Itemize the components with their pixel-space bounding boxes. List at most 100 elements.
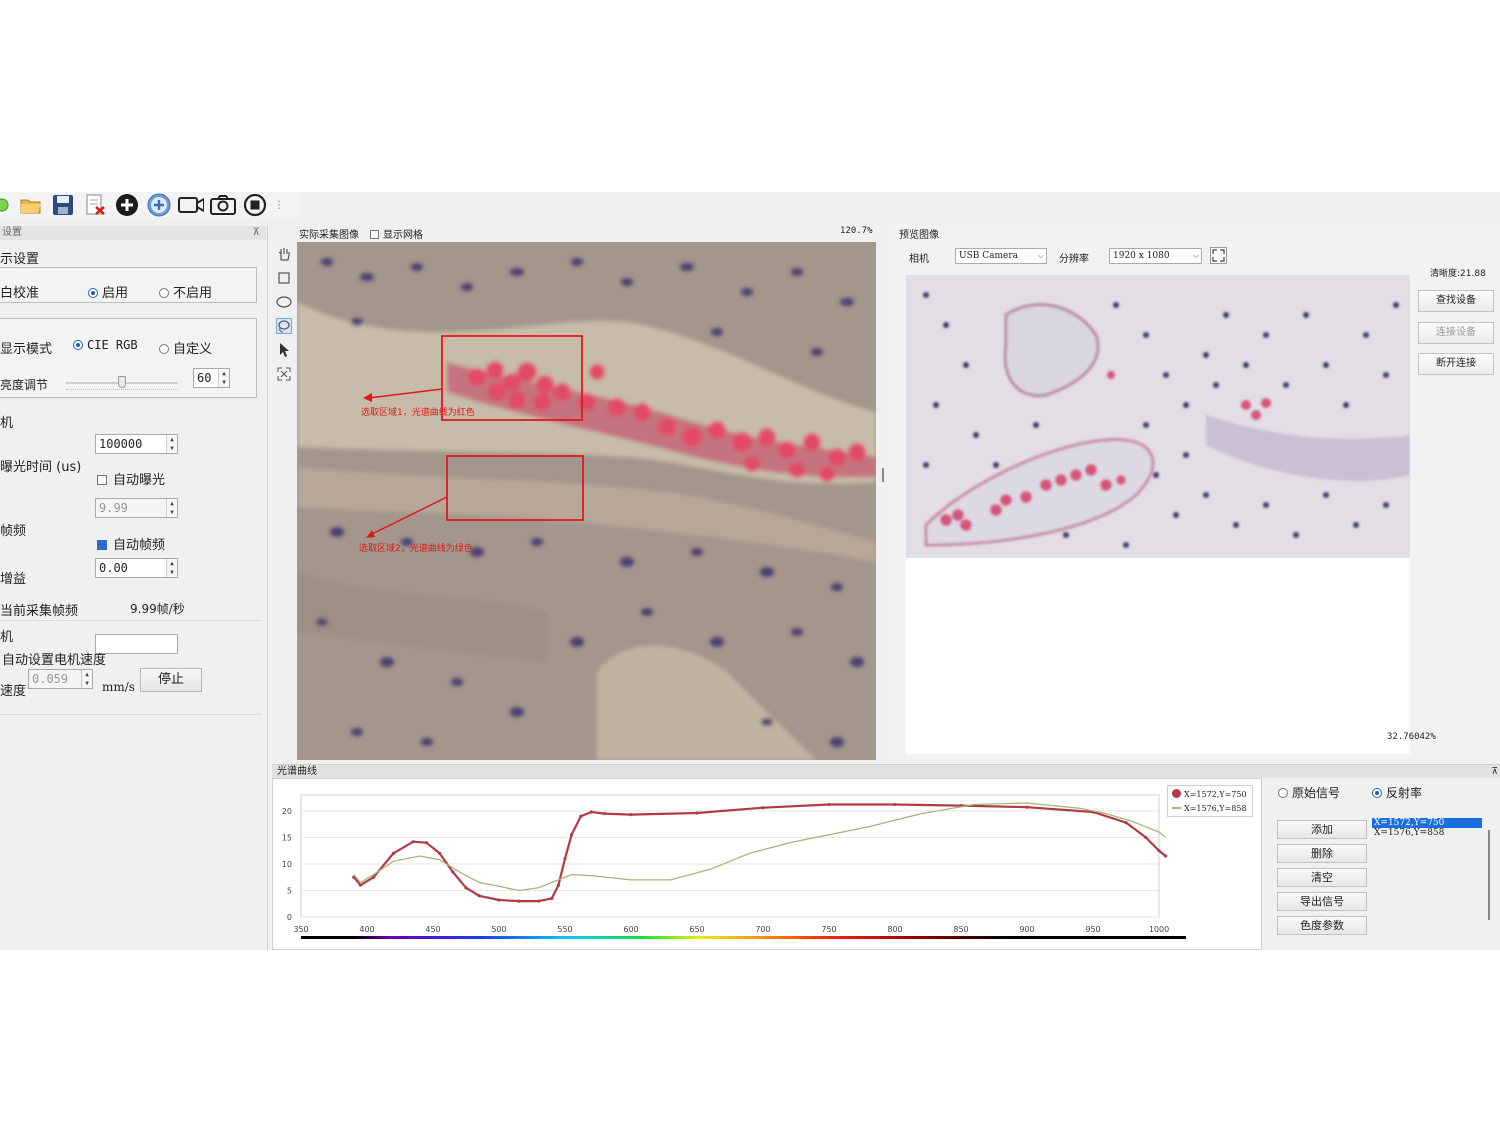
camera-select[interactable]: USB Camera ⌵: [955, 248, 1047, 264]
add-icon[interactable]: [114, 193, 140, 217]
open-folder-icon[interactable]: [18, 193, 44, 217]
zoom-in-icon[interactable]: [146, 193, 172, 217]
data-point: [1144, 835, 1148, 840]
show-grid-checkbox[interactable]: 显示网格: [370, 226, 423, 241]
legend-marker-green: [1172, 807, 1181, 809]
list-scrollbar[interactable]: [1488, 830, 1490, 920]
list-item[interactable]: X=1572,Y=750: [1372, 818, 1482, 828]
find-device-button[interactable]: 查找设备: [1418, 290, 1494, 312]
preview-micrograph: [906, 275, 1410, 558]
splitter-handle[interactable]: [882, 468, 884, 482]
spin-arrows-icon[interactable]: ▲ ▼: [166, 435, 177, 453]
data-point: [893, 802, 897, 807]
video-camera-icon[interactable]: [178, 193, 204, 217]
data-point: [464, 886, 468, 890]
framerate-field[interactable]: 9.99 ▲ ▼: [95, 498, 178, 518]
chromaticity-button[interactable]: 色度参数: [1277, 916, 1367, 935]
display-settings-heading: 示设置: [0, 252, 40, 267]
white-balance-off-radio[interactable]: 不启用: [159, 282, 212, 301]
x-tick-label: 600: [623, 925, 638, 934]
x-tick-label: 750: [821, 925, 836, 934]
hand-pan-icon[interactable]: [276, 246, 292, 262]
white-balance-on-radio[interactable]: 启用: [88, 282, 128, 301]
data-point: [1164, 854, 1168, 858]
ellipse-select-icon[interactable]: [276, 294, 292, 310]
spin-arrows-icon[interactable]: ▲ ▼: [218, 369, 229, 387]
x-tick-label: 650: [689, 925, 704, 934]
add-button[interactable]: 添加: [1277, 820, 1367, 839]
disconnect-button[interactable]: 断开连接: [1418, 353, 1494, 375]
brightness-label: 亮度调节: [0, 378, 49, 392]
y-tick-label: 15: [282, 833, 292, 842]
spin-arrows-icon[interactable]: ▲ ▼: [166, 559, 177, 577]
fit-screen-icon[interactable]: [276, 366, 292, 382]
pin-icon[interactable]: ⊼: [1491, 765, 1498, 779]
data-point: [563, 857, 567, 861]
data-point: [411, 840, 415, 844]
region-list[interactable]: X=1572,Y=750 X=1576,Y=858: [1372, 818, 1482, 858]
resolution-select[interactable]: 1920 x 1080 ⌵: [1109, 248, 1202, 264]
exposure-input[interactable]: [95, 634, 178, 654]
exposure-field[interactable]: 100000 ▲ ▼: [95, 434, 178, 454]
stop-button[interactable]: 停止: [140, 668, 202, 692]
reflectance-radio[interactable]: 反射率: [1372, 784, 1422, 801]
legend-marker-red: [1172, 789, 1181, 798]
pin-icon[interactable]: ⊼: [253, 226, 260, 240]
spectrum-chart[interactable]: 0 5 10 15 20 350 400 450 500 550 600 650 700 750 800 85…: [273, 779, 1261, 949]
slider-thumb[interactable]: [118, 376, 126, 388]
spectrum-chart-panel: 0 5 10 15 20 350 400 450 500 550 600 650 700 750 800 85…: [272, 778, 1262, 950]
data-point: [372, 875, 376, 879]
plot-area: [300, 794, 1160, 918]
display-mode-cie-radio[interactable]: CIE RGB: [73, 338, 138, 352]
data-point: [827, 802, 831, 807]
pointer-icon[interactable]: [276, 342, 292, 358]
preview-image[interactable]: [906, 275, 1410, 558]
rectangle-select-icon[interactable]: [276, 270, 292, 286]
preview-title: 预览图像: [899, 230, 939, 241]
fullscreen-icon[interactable]: [1210, 247, 1227, 264]
auto-framerate-checkbox[interactable]: 自动帧频: [97, 534, 165, 553]
spin-arrows-icon[interactable]: ▲ ▼: [166, 499, 177, 517]
captured-image[interactable]: 选取区域1，光谱曲线为红色 选取区域2，光谱曲线为绿色: [297, 242, 876, 760]
x-tick-label: 550: [557, 925, 572, 934]
checkbox-empty-icon: [97, 475, 107, 485]
brightness-slider[interactable]: [66, 376, 178, 392]
x-tick-label: 400: [359, 925, 374, 934]
new-icon[interactable]: [0, 193, 12, 217]
wavelength-colorbar: [301, 936, 1186, 939]
raw-signal-radio[interactable]: 原始信号: [1278, 784, 1340, 801]
toolbar-overflow-icon[interactable]: ⋮: [274, 193, 284, 217]
spin-arrows-icon[interactable]: ▲ ▼: [81, 670, 92, 688]
export-signal-button[interactable]: 导出信号: [1277, 892, 1367, 911]
data-point: [570, 833, 574, 837]
gain-field[interactable]: 0.00 ▲ ▼: [95, 558, 178, 578]
preview-zoom: 32.76042%: [1387, 732, 1436, 742]
stop-icon[interactable]: [242, 193, 268, 217]
delete-button[interactable]: 删除: [1277, 844, 1367, 863]
spectrum-title-bar: 光谱曲线 ⊼: [272, 764, 1500, 778]
connect-device-button[interactable]: 连接设备: [1418, 322, 1494, 344]
radio-empty-icon: [159, 344, 169, 354]
auto-exposure-checkbox[interactable]: 自动曝光: [97, 469, 165, 488]
data-point: [1025, 805, 1029, 809]
display-mode-custom-radio[interactable]: 自定义: [159, 338, 212, 357]
speed-label: 速度: [0, 684, 27, 699]
lasso-select-icon[interactable]: [276, 318, 292, 334]
checkbox-empty-icon: [370, 230, 379, 239]
save-icon[interactable]: [50, 193, 76, 217]
speed-field[interactable]: 0.059 ▲ ▼: [28, 669, 93, 689]
annotation-region-1: 选取区域1，光谱曲线为红色: [361, 408, 475, 418]
checkbox-checked-icon: [97, 540, 107, 550]
clear-button[interactable]: 清空: [1277, 868, 1367, 887]
radio-selected-icon: [1372, 788, 1382, 798]
x-tick-label: 800: [887, 925, 902, 934]
data-point: [358, 883, 362, 887]
legend-item-2: X=1576,Y=858: [1172, 804, 1247, 813]
brightness-input[interactable]: 60 ▲ ▼: [193, 368, 230, 388]
delete-file-icon[interactable]: [82, 193, 108, 217]
list-item[interactable]: X=1576,Y=858: [1372, 828, 1482, 838]
y-tick-label: 20: [282, 807, 292, 816]
display-mode-label: 显示模式: [0, 342, 53, 357]
framerate-label: 帧频: [0, 524, 27, 539]
camera-icon[interactable]: [210, 193, 236, 217]
